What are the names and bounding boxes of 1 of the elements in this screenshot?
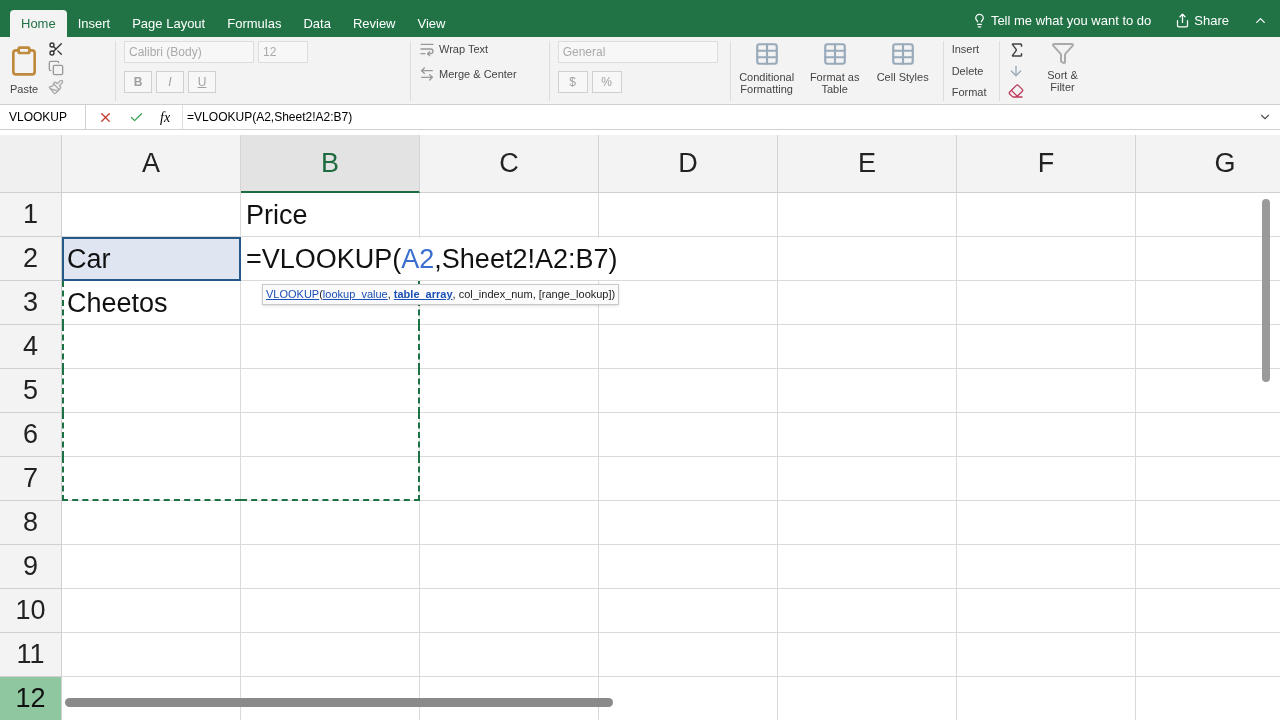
function-tooltip: VLOOKUP(lookup_value, table_array, col_index_num, [range_lookup]) — [262, 284, 620, 305]
